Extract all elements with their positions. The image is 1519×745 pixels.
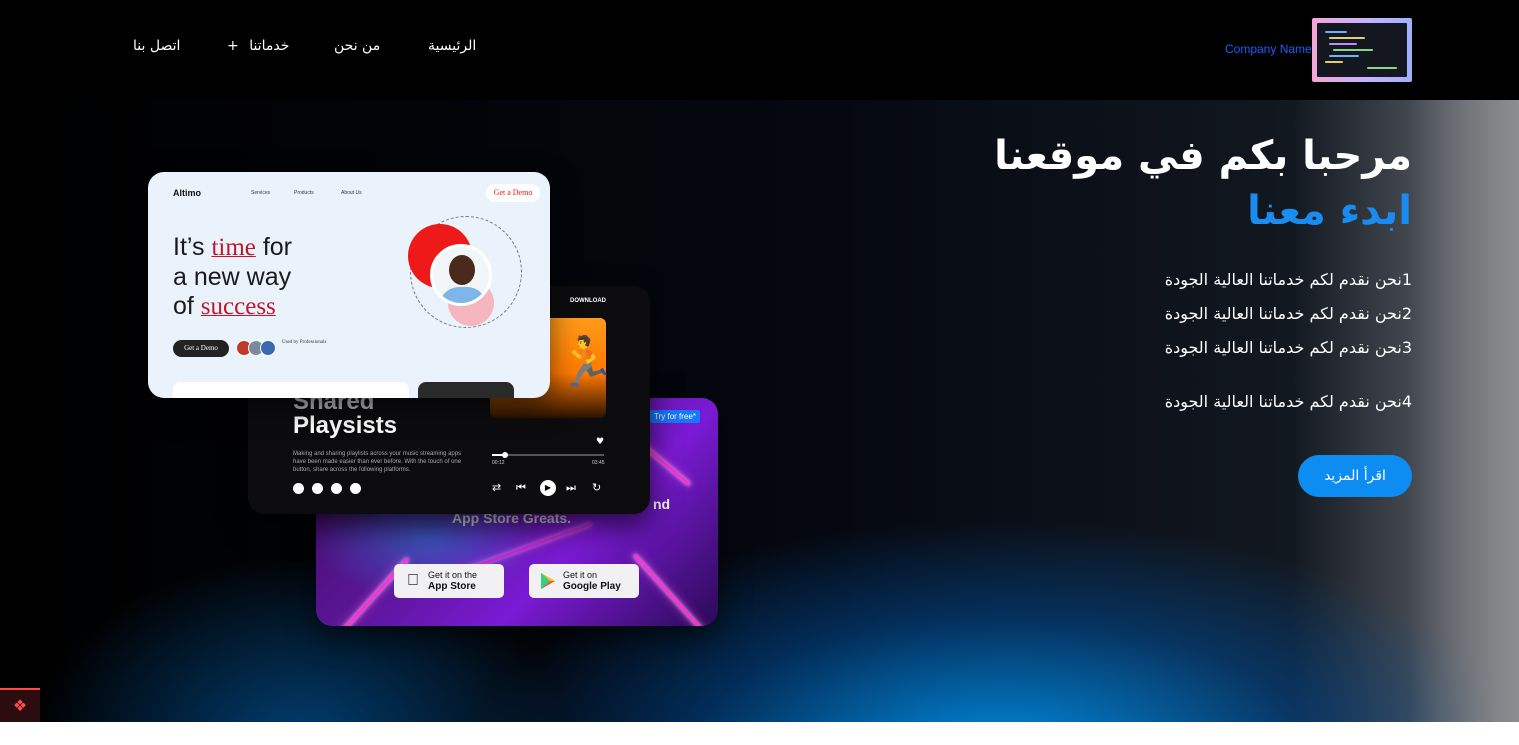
heart-icon[interactable]: ♥ [596,436,604,448]
portrait-face [449,255,475,285]
laravel-icon[interactable]: ❖ [0,688,40,722]
feature-item-1: 1نحن نقدم لكم خدماتنا العالية الجودة [1164,270,1412,289]
altimo-card-footer-light [173,382,409,398]
playlist-title: Playsists [293,412,398,439]
altimo-card-footer-dark [418,382,514,398]
portrait-photo [430,244,492,306]
altimo-headline-line-2: a new way [173,263,292,291]
top-navbar: Company Name الرئيسية من نحن خدماتنا + ا… [0,0,1519,100]
youtube-music-icon[interactable] [350,483,361,494]
runner-silhouette-icon: 🏃 [556,334,616,390]
nav-item-services-label: خدماتنا [249,38,290,54]
plus-icon: + [227,38,239,54]
nav-item-services[interactable]: خدماتنا + [227,38,289,62]
google-play-small-text: Get it on [563,570,598,580]
company-logo[interactable] [1312,18,1412,82]
time-total: 03:45 [592,460,605,466]
altimo-nav-about[interactable]: About Us [341,190,362,196]
feature-item-3: 3نحن نقدم لكم خدماتنا العالية الجودة [1164,338,1412,357]
playback-knob[interactable] [502,452,509,458]
altimo-headline-line-1: It’s time for [173,233,293,261]
apple-icon:  [404,572,422,590]
nav-item-home[interactable]: الرئيسية [428,38,476,62]
download-label: DOWNLOAD [570,298,606,304]
playlist-description: Making and sharing playlists across your… [293,451,462,473]
read-more-button[interactable]: اقرأ المزيد [1298,455,1412,497]
app-store-small-text: Get it on the [428,570,478,580]
playback-progress[interactable] [492,452,604,458]
altimo-cta-button[interactable]: Get a Demo [173,340,229,357]
altimo-nav-services[interactable]: Services [251,190,270,196]
altimo-card: Altimo Services Products About Us Get a … [148,172,550,398]
brand-name[interactable]: Company Name [1225,42,1312,56]
google-play-label: Google Play [563,581,621,592]
play-icon[interactable]: ▶ [540,480,556,496]
altimo-demo-button[interactable]: Get a Demo [486,184,540,202]
promo-heading-tail: nd [653,496,671,512]
avatar [260,340,276,356]
app-store-badge[interactable]:  Get it on the App Store [394,564,504,598]
altimo-headline-line-3: of success [173,292,276,320]
hero-subtitle: ابدء معنا [1247,188,1412,234]
repeat-icon[interactable]: ↻ [592,482,601,494]
spotify-icon[interactable] [312,483,323,494]
used-by-text: Used by Professionals [282,340,327,345]
altimo-logo: Altimo [173,188,201,198]
next-icon[interactable]: ⏭ [566,482,576,494]
altimo-nav-products[interactable]: Products [294,190,314,196]
nav-item-about[interactable]: من نحن [334,38,380,62]
feature-item-4: 4نحن نقدم لكم خدماتنا العالية الجودة [1164,392,1412,411]
google-play-badge[interactable]: Get it on Google Play [529,564,639,598]
shuffle-icon[interactable]: ⇄ [492,482,501,494]
feature-item-2: 2نحن نقدم لكم خدماتنا العالية الجودة [1164,304,1412,323]
itunes-icon[interactable] [331,483,342,494]
nav-item-contact[interactable]: اتصل بنا [133,38,180,62]
neon-stripe [633,553,709,626]
hero-edge-fade [1409,100,1519,722]
app-store-label: App Store [428,581,476,592]
logo-code-thumbnail [1317,23,1407,77]
try-for-free-badge: Try for free* [650,410,700,423]
google-play-icon [539,572,557,590]
previous-icon[interactable]: ⏮ [516,482,526,494]
time-elapsed: 00:12 [492,460,505,466]
hero-title: مرحبا بكم في موقعنا [994,133,1412,179]
apple-music-icon[interactable] [293,483,304,494]
